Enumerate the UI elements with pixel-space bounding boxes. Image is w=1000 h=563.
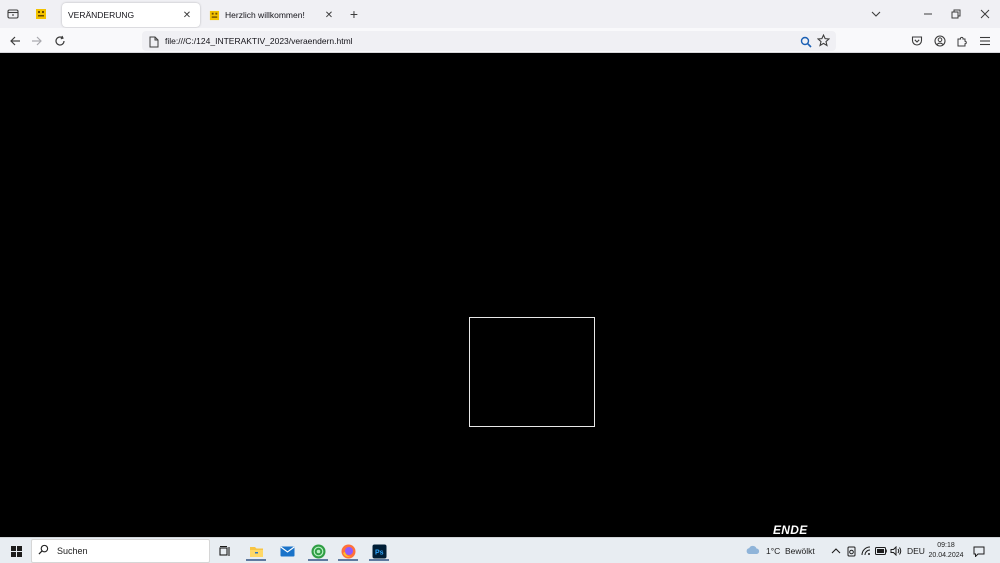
outlined-square: [469, 317, 595, 427]
search-label: Suchen: [57, 546, 88, 556]
tab-title: Herzlich willkommen!: [225, 10, 305, 20]
file-explorer-icon[interactable]: [243, 541, 269, 561]
running-indicator: [369, 559, 389, 561]
pinned-tab-icon[interactable]: [29, 2, 53, 26]
taskbar-search-box[interactable]: Suchen: [31, 539, 210, 563]
back-arrow-icon[interactable]: [5, 31, 25, 51]
photoshop-icon[interactable]: Ps: [366, 541, 392, 561]
battery-icon[interactable]: [875, 541, 887, 561]
close-icon[interactable]: ✕: [180, 8, 194, 22]
page-content: ENDE: [0, 53, 1000, 537]
tab-list-chevron-icon[interactable]: [862, 0, 890, 28]
close-window-icon[interactable]: [971, 0, 999, 28]
mail-icon[interactable]: [274, 541, 300, 561]
clock-date: 20.04.2024: [928, 552, 964, 559]
menu-icon[interactable]: [975, 31, 995, 51]
tab-overview-icon[interactable]: [1, 2, 25, 26]
volume-icon[interactable]: [890, 541, 902, 561]
clock-time: 09:18: [937, 542, 955, 549]
tab-herzlich-willkommen[interactable]: Herzlich willkommen! ✕: [202, 3, 342, 27]
minimize-icon[interactable]: [914, 0, 942, 28]
search-icon: [38, 542, 49, 560]
device-icon[interactable]: [846, 541, 857, 561]
weather-text: 1°C Bewölkt: [766, 546, 815, 556]
new-tab-icon[interactable]: +: [342, 2, 366, 26]
task-view-icon[interactable]: [215, 541, 235, 561]
site-favicon-icon: [208, 9, 220, 21]
weather-widget[interactable]: 1°C Bewölkt: [745, 541, 815, 561]
running-indicator: [246, 559, 266, 561]
tab-strip: VERÄNDERUNG ✕ Herzlich willkommen! ✕ +: [0, 0, 1000, 28]
ende-link[interactable]: ENDE: [773, 523, 808, 537]
input-language[interactable]: DEU: [907, 541, 925, 561]
forward-arrow-icon[interactable]: [27, 31, 47, 51]
clock[interactable]: 09:18 20.04.2024: [924, 541, 968, 561]
firefox-icon[interactable]: [335, 541, 361, 561]
page-icon: [149, 35, 159, 53]
taskbar: Suchen Ps 1°C Bewölkt DEU 09:18 20.04.20…: [0, 537, 1000, 563]
cloud-icon: [745, 545, 761, 557]
reload-icon[interactable]: [50, 31, 70, 51]
search-icon[interactable]: [800, 35, 812, 53]
account-icon[interactable]: [930, 31, 950, 51]
svg-text:Ps: Ps: [375, 549, 384, 556]
extensions-icon[interactable]: [952, 31, 972, 51]
network-icon[interactable]: [861, 541, 873, 561]
running-indicator: [338, 559, 358, 561]
tab-veraenderung[interactable]: VERÄNDERUNG ✕: [62, 3, 200, 27]
green-app-icon[interactable]: [305, 541, 331, 561]
address-bar[interactable]: file:///C:/124_INTERAKTIV_2023/veraender…: [142, 31, 836, 51]
notifications-icon[interactable]: [973, 541, 985, 561]
close-icon[interactable]: ✕: [322, 8, 336, 22]
pocket-icon[interactable]: [907, 31, 927, 51]
tab-title: VERÄNDERUNG: [68, 10, 135, 20]
restore-icon[interactable]: [942, 0, 970, 28]
navigation-bar: file:///C:/124_INTERAKTIV_2023/veraender…: [0, 28, 1000, 53]
tray-chevron-up-icon[interactable]: [831, 541, 841, 561]
url-text[interactable]: file:///C:/124_INTERAKTIV_2023/veraender…: [165, 36, 353, 46]
windows-start-icon[interactable]: [6, 541, 26, 561]
bookmark-star-icon[interactable]: [816, 33, 831, 52]
running-indicator: [308, 559, 328, 561]
